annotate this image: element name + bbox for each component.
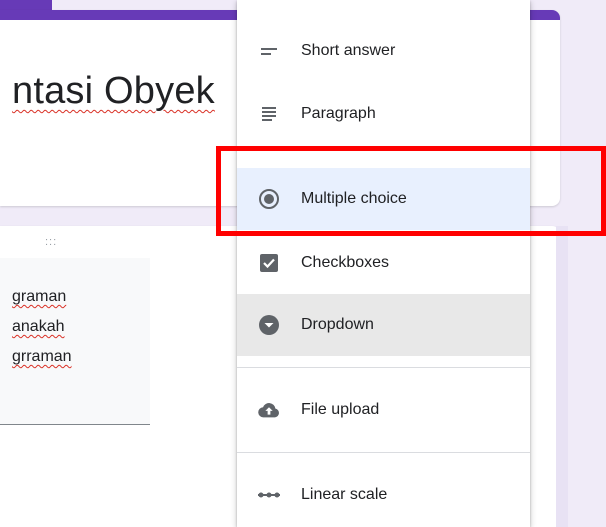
linear-scale-icon (258, 484, 280, 506)
menu-divider (237, 367, 530, 368)
menu-item-label: Dropdown (301, 316, 374, 333)
question-text-line: anakah (12, 318, 65, 335)
highlight-box (216, 146, 606, 236)
drag-handle-icon[interactable]: ::: (45, 236, 57, 248)
checkbox-icon (258, 252, 280, 274)
menu-item-label: Paragraph (301, 105, 376, 122)
question-text-line: graman (12, 288, 67, 305)
card-edge (556, 226, 568, 527)
menu-item-label: Linear scale (301, 486, 388, 503)
cloud-upload-icon (258, 399, 280, 421)
paragraph-icon (258, 103, 280, 125)
menu-item-label: Short answer (301, 42, 396, 59)
menu-item-checkboxes[interactable]: Checkboxes (237, 232, 530, 294)
menu-item-label: File upload (301, 401, 380, 418)
menu-item-linear-scale[interactable]: Linear scale (237, 464, 530, 526)
question-text-line: grraman (12, 348, 72, 365)
menu-item-label: Checkboxes (301, 254, 390, 271)
form-accent-tab (0, 0, 52, 10)
dropdown-icon (258, 314, 280, 336)
menu-item-dropdown[interactable]: Dropdown (237, 294, 530, 356)
question-text-field[interactable]: graman anakah grraman (0, 258, 150, 425)
short-answer-icon (258, 40, 280, 62)
menu-item-file-upload[interactable]: File upload (237, 379, 530, 441)
menu-item-paragraph[interactable]: Paragraph (237, 83, 530, 145)
question-type-menu: Short answer Paragraph Multiple choice C… (237, 0, 530, 527)
menu-item-short-answer[interactable]: Short answer (237, 20, 530, 82)
form-title[interactable]: ntasi Obyek (12, 70, 215, 113)
menu-divider (237, 452, 530, 453)
